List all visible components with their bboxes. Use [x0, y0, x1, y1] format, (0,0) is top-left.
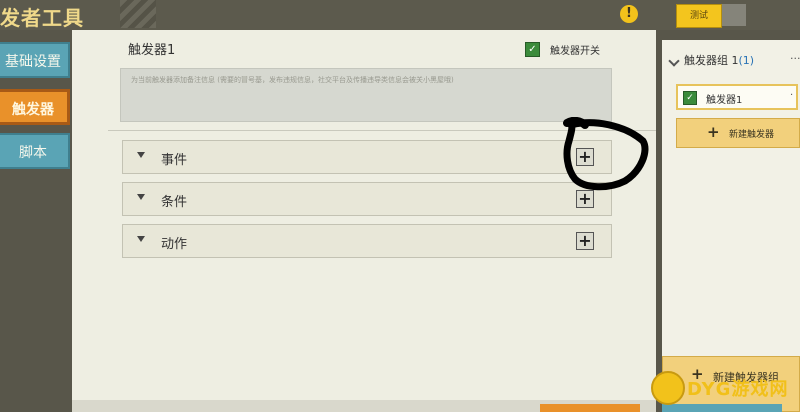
- chevron-down-icon[interactable]: [668, 55, 680, 67]
- bottom-confirm-button[interactable]: [540, 404, 640, 412]
- section-label: 事件: [161, 153, 188, 168]
- test-button[interactable]: 测试: [676, 4, 722, 28]
- trigger-group-header[interactable]: 触发器组 1(1): [684, 52, 754, 68]
- new-trigger-button[interactable]: + 新建触发器: [676, 118, 800, 148]
- nav-item-basic-settings[interactable]: 基础设置: [0, 42, 70, 78]
- trigger-item-label: 触发器1: [706, 95, 743, 106]
- nav-item-triggers[interactable]: 触发器: [0, 89, 70, 125]
- plus-icon: +: [707, 123, 720, 141]
- section-label: 动作: [161, 237, 188, 252]
- group-more-icon[interactable]: ···: [790, 52, 800, 65]
- trigger-item-more-icon[interactable]: ·: [790, 90, 793, 101]
- trigger-note-input[interactable]: 为当前触发器添加备注信息 (需要的冒号基，发布违规信息，社交平台及传播违导类信息…: [120, 68, 612, 122]
- trigger-group-name: 触发器组 1: [684, 54, 739, 67]
- trigger-title: 触发器1: [128, 43, 176, 58]
- trigger-note-placeholder: 为当前触发器添加备注信息 (需要的冒号基，发布违规信息，社交平台及传播违导类信息…: [131, 76, 454, 84]
- site-watermark: DYG游戏网: [651, 369, 796, 405]
- collapse-arrow-icon: [137, 152, 145, 158]
- top-decoration: [120, 0, 156, 28]
- black-scribble-annotation: [563, 117, 649, 191]
- nav-item-script[interactable]: 脚本: [0, 133, 70, 169]
- gamepad-logo-icon: [651, 371, 685, 405]
- section-conditions[interactable]: 条件 +: [122, 182, 612, 216]
- app-title: 发者工具: [0, 6, 84, 30]
- section-actions[interactable]: 动作 +: [122, 224, 612, 258]
- warning-icon[interactable]: !: [620, 5, 638, 23]
- trigger-group-count: (1): [738, 54, 755, 67]
- watermark-text: DYG游戏网: [687, 379, 789, 400]
- section-label: 条件: [161, 195, 188, 210]
- add-action-button[interactable]: +: [576, 232, 594, 250]
- new-trigger-label: 新建触发器: [729, 130, 775, 140]
- collapse-arrow-icon: [137, 194, 145, 200]
- trigger-enable-checkbox[interactable]: ✓: [525, 42, 540, 57]
- top-bar: 发者工具 ! 测试: [0, 0, 800, 30]
- bottom-secondary-button[interactable]: [662, 404, 782, 412]
- collapse-arrow-icon: [137, 236, 145, 242]
- trigger-list-panel: 触发器组 1(1) ··· ✓ 触发器1 · + 新建触发器 + 新建触发器组: [662, 40, 800, 412]
- trigger-enable-label: 触发器开关: [550, 46, 600, 57]
- trigger-item-checkbox[interactable]: ✓: [683, 91, 697, 105]
- trigger-editor-panel: 触发器1 ✓ 触发器开关 为当前触发器添加备注信息 (需要的冒号基，发布违规信息…: [72, 30, 656, 406]
- section-events[interactable]: 事件 +: [122, 140, 612, 174]
- top-toggle[interactable]: [722, 4, 746, 26]
- trigger-list-item[interactable]: ✓ 触发器1 ·: [676, 84, 798, 110]
